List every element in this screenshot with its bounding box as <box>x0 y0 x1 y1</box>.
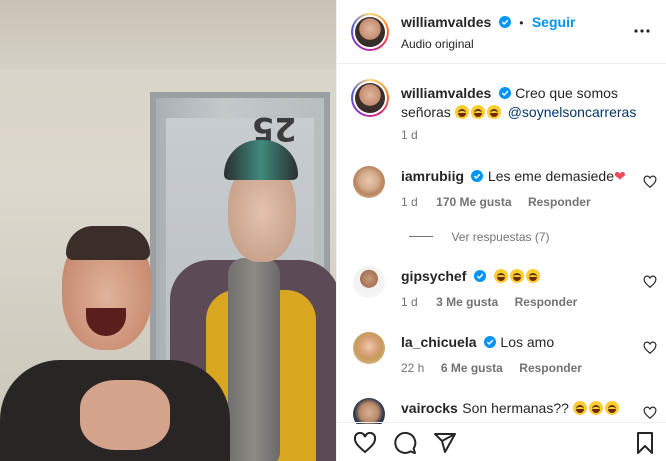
post-detail-panel: williamvaldes • Seguir Audio original wi… <box>336 0 666 461</box>
comment-likes[interactable]: 6 Me gusta <box>441 361 503 375</box>
comment-time[interactable]: 1 d <box>401 195 418 209</box>
comment-text: Los amo <box>500 334 555 350</box>
caption-mention[interactable]: @soynelsoncarreras <box>508 104 637 120</box>
commenter-avatar[interactable] <box>353 332 385 364</box>
reply-button[interactable]: Responder <box>528 195 591 209</box>
comment-username[interactable]: la_chicuela <box>401 334 477 350</box>
verified-badge-icon <box>473 270 486 282</box>
scarf <box>228 258 280 461</box>
comment-likes[interactable]: 170 Me gusta <box>436 195 511 209</box>
heart-outline-icon[interactable] <box>643 341 657 355</box>
red-heart-emoji-icon: ❤ <box>614 168 626 184</box>
heart-outline-icon[interactable] <box>643 175 657 189</box>
comment-item: vairocks Son hermanas?? <box>401 400 631 418</box>
ceiling <box>0 0 336 70</box>
comment-time[interactable]: 1 d <box>401 295 418 309</box>
hand <box>80 380 170 450</box>
verified-badge-icon <box>498 87 511 99</box>
comment-item: gipsychef <box>401 268 631 286</box>
comment-text: Les eme demasiede <box>487 168 614 184</box>
commenter-avatar[interactable] <box>353 166 385 198</box>
verified-badge-icon <box>483 336 496 348</box>
caption-time[interactable]: 1 d <box>401 128 418 142</box>
follow-button[interactable]: Seguir <box>532 14 576 30</box>
bookmark-icon[interactable] <box>633 431 657 455</box>
reply-button[interactable]: Responder <box>515 295 578 309</box>
comments-list[interactable]: williamvaldes Creo que somos señoras @so… <box>337 64 666 424</box>
caption-author-avatar[interactable] <box>351 79 389 117</box>
replies-divider <box>409 236 433 238</box>
heart-outline-icon[interactable] <box>643 275 657 289</box>
comment-item: la_chicuela Los amo <box>401 334 631 352</box>
heart-outline-icon[interactable] <box>353 431 377 455</box>
comment-username[interactable]: iamrubiig <box>401 168 464 184</box>
comment-meta: 1 d 170 Me gusta Responder <box>401 193 591 211</box>
author-avatar[interactable] <box>351 13 389 51</box>
laughing-emoji-icon <box>573 400 621 417</box>
commenter-avatar[interactable] <box>353 398 385 424</box>
reel-video[interactable]: 25 <box>0 0 336 461</box>
author-username[interactable]: williamvaldes <box>401 14 491 30</box>
action-bar <box>337 422 666 461</box>
comment-meta: 22 h 6 Me gusta Responder <box>401 359 582 377</box>
view-replies-button[interactable]: Ver respuestas (7) <box>409 228 550 246</box>
more-options-icon[interactable] <box>633 22 651 40</box>
comment-meta: 1 d 3 Me gusta Responder <box>401 293 577 311</box>
verified-badge-icon <box>498 16 511 28</box>
laughing-emoji-icon <box>455 104 503 121</box>
hair <box>224 140 298 180</box>
reply-button[interactable]: Responder <box>519 361 582 375</box>
comment-likes[interactable]: 3 Me gusta <box>436 295 498 309</box>
commenter-avatar[interactable] <box>353 266 385 298</box>
comment-username[interactable]: vairocks <box>401 400 458 416</box>
header-title-line: williamvaldes • Seguir <box>401 14 575 32</box>
comment-icon[interactable] <box>393 431 417 455</box>
post-header: williamvaldes • Seguir Audio original <box>337 0 666 64</box>
verified-badge-icon <box>471 170 484 182</box>
caption: williamvaldes Creo que somos señoras @so… <box>401 84 657 122</box>
comment-text: Son hermanas?? <box>462 400 569 416</box>
audio-label[interactable]: Audio original <box>401 37 474 51</box>
send-icon[interactable] <box>433 431 457 455</box>
comment-username[interactable]: gipsychef <box>401 268 466 284</box>
comment-time[interactable]: 22 h <box>401 361 424 375</box>
separator-dot: • <box>519 16 524 30</box>
laughing-emoji-icon <box>494 268 542 285</box>
heart-outline-icon[interactable] <box>643 406 657 420</box>
hair <box>66 226 150 260</box>
person-left <box>0 226 230 461</box>
comment-item: iamrubiig Les eme demasiede❤ <box>401 168 631 186</box>
view-replies-label[interactable]: Ver respuestas (7) <box>451 230 549 244</box>
caption-username[interactable]: williamvaldes <box>401 85 491 101</box>
